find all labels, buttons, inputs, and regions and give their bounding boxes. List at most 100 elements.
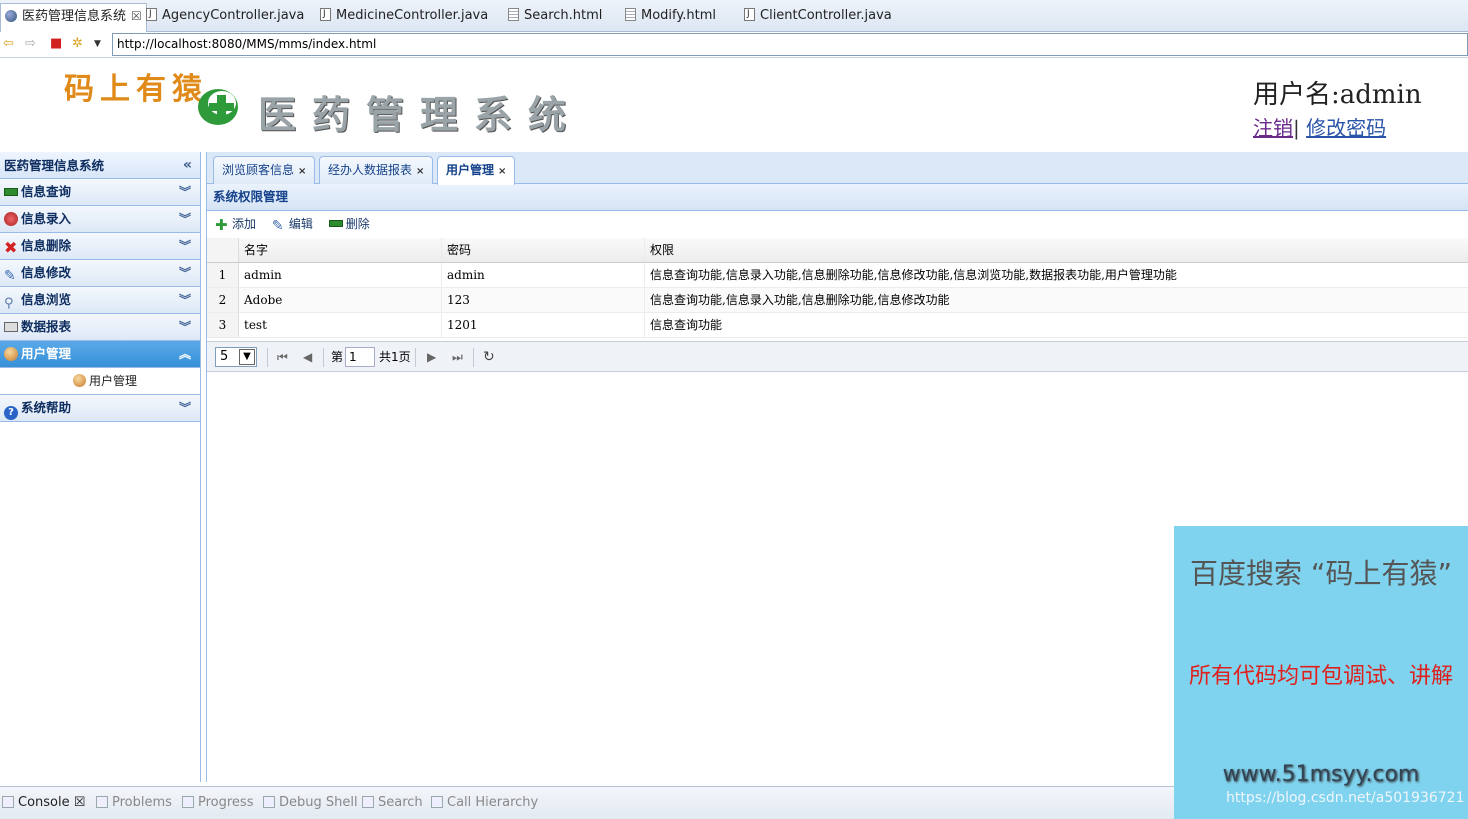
row-number-header	[207, 238, 239, 262]
sidebar-item-info-browse[interactable]: ⚲ 信息浏览 ︾	[0, 287, 200, 314]
first-page-icon[interactable]: ⏮	[277, 342, 288, 372]
cell-permissions: 信息查询功能,信息录入功能,信息删除功能,信息修改功能,信息浏览功能,数据报表功…	[650, 268, 1177, 282]
chevron-down-icon: ︾	[178, 293, 191, 307]
tab-user-management[interactable]: 用户管理 ×	[437, 156, 516, 185]
last-page-icon[interactable]: ⏭	[452, 342, 463, 372]
cell-password: 1201	[443, 313, 645, 337]
watermark-text: https://blog.csdn.net/a501936721	[1226, 790, 1465, 806]
logout-link[interactable]: 注销	[1253, 116, 1293, 140]
search-info-icon	[4, 188, 18, 196]
forward-icon[interactable]: ⇨	[25, 36, 36, 52]
refresh-icon[interactable]: ↻	[483, 342, 495, 372]
sidebar-item-data-report[interactable]: 数据报表 ︾	[0, 314, 200, 341]
console-tab-problems[interactable]: Problems	[96, 787, 172, 819]
chevron-up-icon: ︽	[178, 347, 191, 361]
chevron-down-icon: ︾	[178, 266, 191, 280]
change-password-link[interactable]: 修改密码	[1306, 116, 1386, 140]
cell-name: test	[240, 313, 442, 337]
search-icon	[362, 796, 374, 808]
row-number: 1	[207, 263, 239, 287]
help-icon: ?	[4, 406, 18, 420]
magnifier-icon: ⚲	[4, 296, 14, 311]
console-tab-progress[interactable]: Progress	[182, 787, 253, 819]
editor-tab-client-controller[interactable]: ClientController.java	[744, 2, 892, 28]
dropdown-icon[interactable]: ▼	[94, 36, 101, 52]
user-grid: 名字 密码 权限 1 admin admin 信息查询功能,信息录入功能,信息删…	[207, 238, 1468, 338]
editor-tab-modify-html[interactable]: Modify.html	[625, 4, 716, 28]
page-header: 码上有猿 医药管理系统 用户名:admin 注销| 修改密码	[0, 58, 1468, 152]
close-icon[interactable]: ☒	[131, 9, 142, 23]
cell-password: admin	[443, 263, 645, 287]
sidebar-item-system-help[interactable]: ? 系统帮助 ︾	[0, 395, 200, 422]
chevron-down-icon: ▼	[239, 349, 255, 365]
medical-cross-icon	[198, 89, 238, 125]
collapse-sidebar-icon[interactable]: «	[183, 152, 192, 179]
prev-page-icon[interactable]: ◀	[303, 342, 312, 372]
page-number-input[interactable]: 1	[345, 347, 375, 367]
close-tab-icon[interactable]: ×	[416, 166, 424, 177]
close-icon[interactable]: ☒	[74, 795, 86, 810]
add-icon: ✚	[215, 216, 228, 234]
close-tab-icon[interactable]: ×	[498, 166, 506, 177]
column-header-name[interactable]: 名字	[240, 238, 442, 262]
sidebar-item-user-management[interactable]: 用户管理 ︽	[0, 341, 200, 368]
table-row[interactable]: 3 test 1201 信息查询功能	[207, 313, 1468, 338]
username-label: 用户名:admin	[1253, 80, 1422, 110]
console-tab-debug-shell[interactable]: Debug Shell	[263, 787, 358, 819]
editor-tab-medicine-controller[interactable]: MedicineController.java	[320, 2, 488, 28]
promo-line-1: 百度搜索 “码上有猿”	[1190, 557, 1452, 590]
stop-icon[interactable]: ■	[50, 36, 62, 52]
column-header-password[interactable]: 密码	[443, 238, 645, 262]
separator	[267, 348, 268, 367]
printer-icon	[4, 322, 18, 332]
user-icon	[72, 374, 86, 387]
refresh-icon[interactable]: ✲	[72, 36, 83, 52]
tab-agent-report[interactable]: 经办人数据报表 ×	[319, 156, 434, 184]
submenu-item-user-management[interactable]: 用户管理	[0, 368, 200, 395]
call-hierarchy-icon	[431, 796, 443, 808]
back-icon[interactable]: ⇦	[3, 36, 14, 52]
edit-button[interactable]: ✎ 编辑	[272, 211, 313, 237]
grid-header-row: 名字 密码 权限	[207, 238, 1468, 263]
chevron-down-icon: ︾	[178, 239, 191, 253]
separator	[415, 348, 416, 367]
editor-tab-search-html[interactable]: Search.html	[508, 4, 602, 28]
url-input[interactable]: http://localhost:8080/MMS/mms/index.html	[112, 33, 1468, 56]
promo-website: www.51msyy.com	[1222, 762, 1420, 787]
chevron-down-icon: ︾	[178, 185, 191, 199]
panel-title: 系统权限管理	[207, 184, 1468, 211]
console-tab-call-hierarchy[interactable]: Call Hierarchy	[431, 787, 538, 819]
sidebar-item-info-modify[interactable]: ✎ 信息修改 ︾	[0, 260, 200, 287]
sidebar-item-info-query[interactable]: 信息查询 ︾	[0, 179, 200, 206]
page-size-select[interactable]: 5 ▼	[215, 347, 257, 367]
table-row[interactable]: 1 admin admin 信息查询功能,信息录入功能,信息删除功能,信息修改功…	[207, 263, 1468, 288]
chevron-down-icon: ︾	[178, 320, 191, 334]
user-links: 注销| 修改密码	[1253, 112, 1386, 141]
add-button[interactable]: ✚ 添加	[215, 211, 256, 237]
page-prefix-label: 第	[331, 350, 344, 364]
editor-tab-browser[interactable]: 医药管理信息系统 ☒	[0, 3, 147, 32]
tab-browse-customers[interactable]: 浏览顾客信息 ×	[213, 156, 316, 184]
java-file-icon	[146, 2, 157, 26]
row-number: 2	[207, 288, 239, 312]
close-tab-icon[interactable]: ×	[298, 166, 306, 177]
table-row[interactable]: 2 Adobe 123 信息查询功能,信息录入功能,信息删除功能,信息修改功能	[207, 288, 1468, 313]
sidebar-item-info-delete[interactable]: ✖ 信息删除 ︾	[0, 233, 200, 260]
chevron-down-icon: ︾	[178, 212, 191, 226]
delete-button[interactable]: 删除	[328, 211, 370, 237]
editor-tab-agency-controller[interactable]: AgencyController.java	[146, 2, 304, 28]
sidebar-title: 医药管理信息系统 «	[0, 152, 200, 179]
promo-line-2: 所有代码均可包调试、讲解	[1188, 664, 1453, 689]
column-header-permissions[interactable]: 权限	[646, 238, 1466, 262]
console-tab-search[interactable]: Search	[362, 787, 423, 819]
cell-name: admin	[240, 263, 442, 287]
next-page-icon[interactable]: ▶	[427, 342, 436, 372]
console-tab-console[interactable]: Console ☒	[2, 787, 85, 819]
content-tab-bar: 浏览顾客信息 × 经办人数据报表 × 用户管理 ×	[207, 152, 1468, 185]
sidebar-item-info-entry[interactable]: 信息录入 ︾	[0, 206, 200, 233]
cell-permissions: 信息查询功能,信息录入功能,信息删除功能,信息修改功能	[650, 293, 950, 307]
delete-icon	[328, 220, 343, 227]
editor-tab-bar: 医药管理信息系统☒ AgencyController.java Medicine…	[0, 0, 1468, 32]
system-title: 医药管理系统	[258, 92, 583, 137]
cell-name: Adobe	[240, 288, 442, 312]
